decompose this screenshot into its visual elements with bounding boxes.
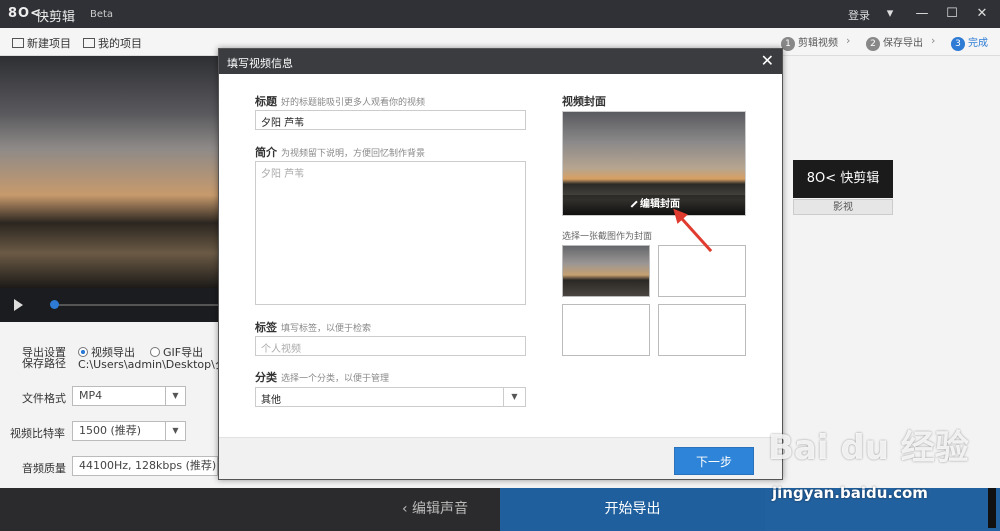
edit-cover-button[interactable]: 编辑封面 <box>563 195 745 215</box>
step-number: 3 <box>951 37 965 51</box>
brand-template-card[interactable]: 8O< 快剪辑 <box>793 160 893 198</box>
intro-textarea[interactable]: 夕阳 芦苇 <box>255 161 526 305</box>
title-bar: 8O< 快剪辑 Beta 登录 ▾ — ☐ ✕ <box>0 0 1000 28</box>
title-hint: 好的标题能吸引更多人观看你的视频 <box>281 98 426 108</box>
video-preview <box>0 56 218 288</box>
dialog-title: 填写视频信息 <box>227 57 293 70</box>
step-done: 3 完成 <box>951 34 988 51</box>
cover-thumbnail-empty[interactable] <box>658 304 746 356</box>
brand-template-caption: 影视 <box>793 199 893 215</box>
chevron-down-icon: ▼ <box>165 387 185 405</box>
cover-thumbnail-empty[interactable] <box>562 304 650 356</box>
tags-label-text: 标签 <box>255 321 277 334</box>
play-icon[interactable] <box>14 299 23 311</box>
step-label: 保存导出 <box>883 38 923 49</box>
beta-badge: Beta <box>90 9 114 20</box>
select-value: 1500 (推荐) <box>79 424 142 437</box>
dialog-header: 填写视频信息 ✕ <box>219 49 782 74</box>
title-label-text: 标题 <box>255 95 277 108</box>
cover-choose-hint: 选择一张截图作为封面 <box>562 232 653 242</box>
app-name: 快剪辑 <box>36 10 76 25</box>
progress-track[interactable] <box>52 304 218 306</box>
step-number: 2 <box>866 37 880 51</box>
step-label: 完成 <box>968 38 988 49</box>
edit-audio-label: 编辑声音 <box>412 501 469 517</box>
title-input[interactable]: 夕阳 芦苇 <box>255 110 526 130</box>
category-select[interactable]: 其他 ▼ <box>255 387 526 407</box>
player-controls <box>0 288 218 322</box>
step-save: 2 保存导出 <box>866 34 923 51</box>
cover-title: 视频封面 <box>562 95 606 108</box>
chevron-down-icon: ▼ <box>165 422 185 440</box>
save-path-label: 保存路径 <box>22 357 66 370</box>
category-value: 其他 <box>261 395 281 406</box>
intro-label: 简介 为视频留下说明，方便回忆制作背景 <box>255 144 425 160</box>
intro-label-text: 简介 <box>255 146 277 159</box>
select-value: MP4 <box>79 389 103 402</box>
my-projects-label: 我的项目 <box>98 37 142 50</box>
login-link[interactable]: 登录 <box>848 7 870 23</box>
close-icon[interactable]: ✕ <box>761 52 774 70</box>
intro-hint: 为视频留下说明，方便回忆制作背景 <box>281 149 426 159</box>
title-label: 标题 好的标题能吸引更多人观看你的视频 <box>255 93 425 109</box>
save-path-value[interactable]: C:\Users\admin\Desktop\夕阳 <box>78 356 218 372</box>
step-label: 剪辑视频 <box>798 38 838 49</box>
scrollbar[interactable] <box>988 488 996 528</box>
select-value: 44100Hz, 128kbps (推荐) <box>79 459 217 472</box>
baidu-watermark-url: jingyan.baidu.com <box>772 484 928 502</box>
category-label: 分类 选择一个分类，以便于管理 <box>255 369 389 385</box>
bitrate-select[interactable]: 1500 (推荐) ▼ <box>72 421 186 441</box>
category-hint: 选择一个分类，以便于管理 <box>281 374 390 384</box>
new-project-label: 新建项目 <box>27 37 71 50</box>
file-format-label: 文件格式 <box>22 392 66 405</box>
chevron-left-icon: ‹ <box>401 501 413 517</box>
maximize-icon[interactable]: ☐ <box>942 4 962 24</box>
audio-quality-label: 音频质量 <box>22 462 66 475</box>
start-export-button[interactable]: 开始导出 <box>500 488 765 531</box>
menu-icon[interactable]: ▾ <box>880 4 900 24</box>
cover-image[interactable]: 编辑封面 <box>562 111 746 216</box>
minimize-icon[interactable]: — <box>912 4 932 24</box>
step-number: 1 <box>781 37 795 51</box>
video-info-dialog: 填写视频信息 ✕ 标题 好的标题能吸引更多人观看你的视频 夕阳 芦苇 简介 为视频留… <box>218 48 783 480</box>
baidu-watermark: Bai du 经验 <box>768 428 969 468</box>
step-edit: 1 剪辑视频 <box>781 34 838 51</box>
folder-icon <box>83 38 95 48</box>
close-icon[interactable]: ✕ <box>972 4 992 24</box>
pencil-icon <box>626 196 638 208</box>
chevron-right-icon: › <box>931 34 936 47</box>
category-label-text: 分类 <box>255 371 277 384</box>
my-projects-button[interactable]: 我的项目 <box>83 35 142 51</box>
tags-input[interactable]: 个人视频 <box>255 336 526 356</box>
audio-quality-select[interactable]: 44100Hz, 128kbps (推荐) <box>72 456 218 476</box>
cover-thumbnail[interactable] <box>562 245 650 297</box>
tags-hint: 填写标签，以便于检索 <box>281 324 372 334</box>
tags-label: 标签 填写标签，以便于检索 <box>255 319 371 335</box>
file-format-select[interactable]: MP4 ▼ <box>72 386 186 406</box>
chevron-down-icon: ▼ <box>503 388 525 406</box>
cover-thumbnail-empty[interactable] <box>658 245 746 297</box>
export-settings: 导出设置 保存路径 视频导出 GIF导出 C:\Users\admin\Desk… <box>0 322 218 488</box>
dialog-footer: 下一步 <box>219 437 782 479</box>
progress-knob[interactable] <box>50 300 59 309</box>
edit-audio-button[interactable]: ‹ 编辑声音 <box>370 488 500 531</box>
chevron-right-icon: › <box>846 34 851 47</box>
new-project-button[interactable]: 新建项目 <box>12 35 71 51</box>
bitrate-label: 视频比特率 <box>10 427 65 440</box>
next-button[interactable]: 下一步 <box>674 447 754 475</box>
plus-icon <box>12 38 24 48</box>
